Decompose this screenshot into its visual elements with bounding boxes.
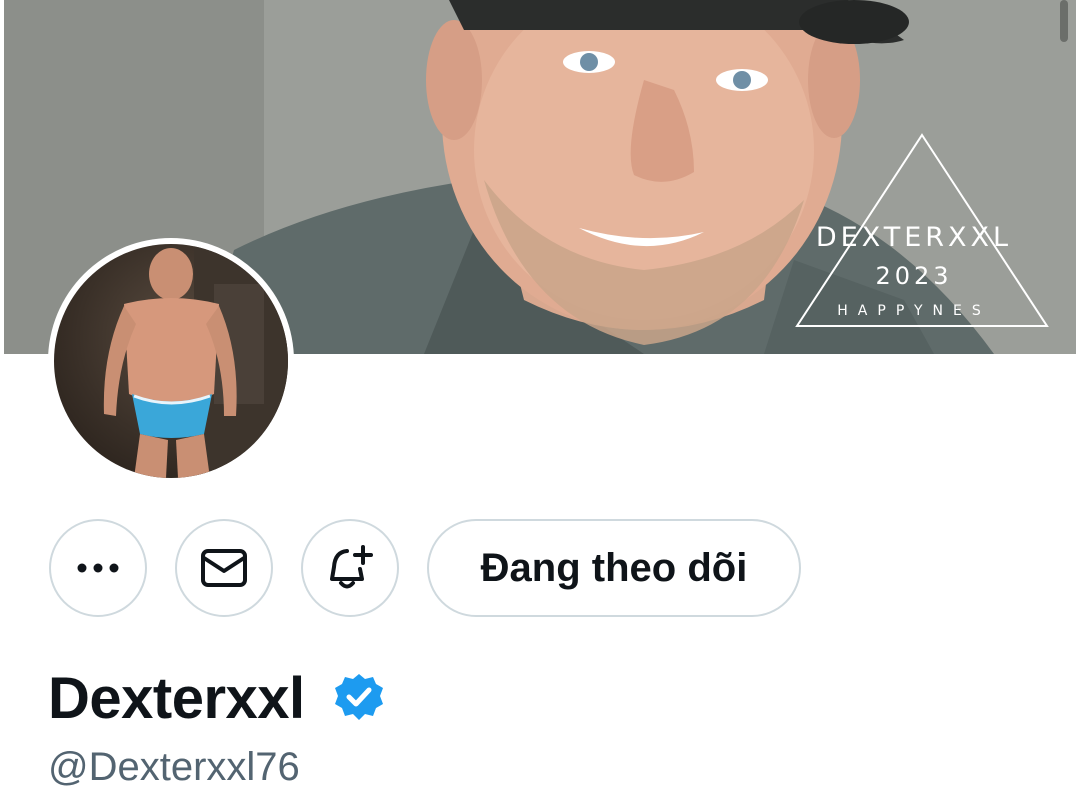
banner-watermark-subtitle: HAPPYNES bbox=[837, 303, 991, 319]
avatar-photo bbox=[54, 244, 288, 478]
more-options-button[interactable] bbox=[49, 519, 147, 617]
profile-display-name: Dexterxxl bbox=[48, 666, 305, 731]
profile-handle: @Dexterxxl76 bbox=[48, 745, 300, 787]
notifications-button[interactable] bbox=[301, 519, 399, 617]
following-button[interactable]: Đang theo dõi bbox=[427, 519, 801, 617]
bell-plus-icon bbox=[330, 545, 373, 589]
envelope-icon bbox=[201, 549, 247, 587]
message-button[interactable] bbox=[175, 519, 273, 617]
banner-watermark-name: DEXTERXXL bbox=[815, 222, 1013, 253]
profile-page: DEXTERXXL 2023 HAPPYNES Đang theo dõi De… bbox=[0, 0, 1080, 787]
more-horizontal-icon bbox=[77, 563, 119, 573]
scrollbar-thumb[interactable] bbox=[1060, 0, 1068, 42]
banner-watermark-year: 2023 bbox=[875, 262, 953, 290]
verified-badge-icon[interactable] bbox=[333, 672, 385, 724]
profile-avatar[interactable] bbox=[48, 238, 294, 484]
